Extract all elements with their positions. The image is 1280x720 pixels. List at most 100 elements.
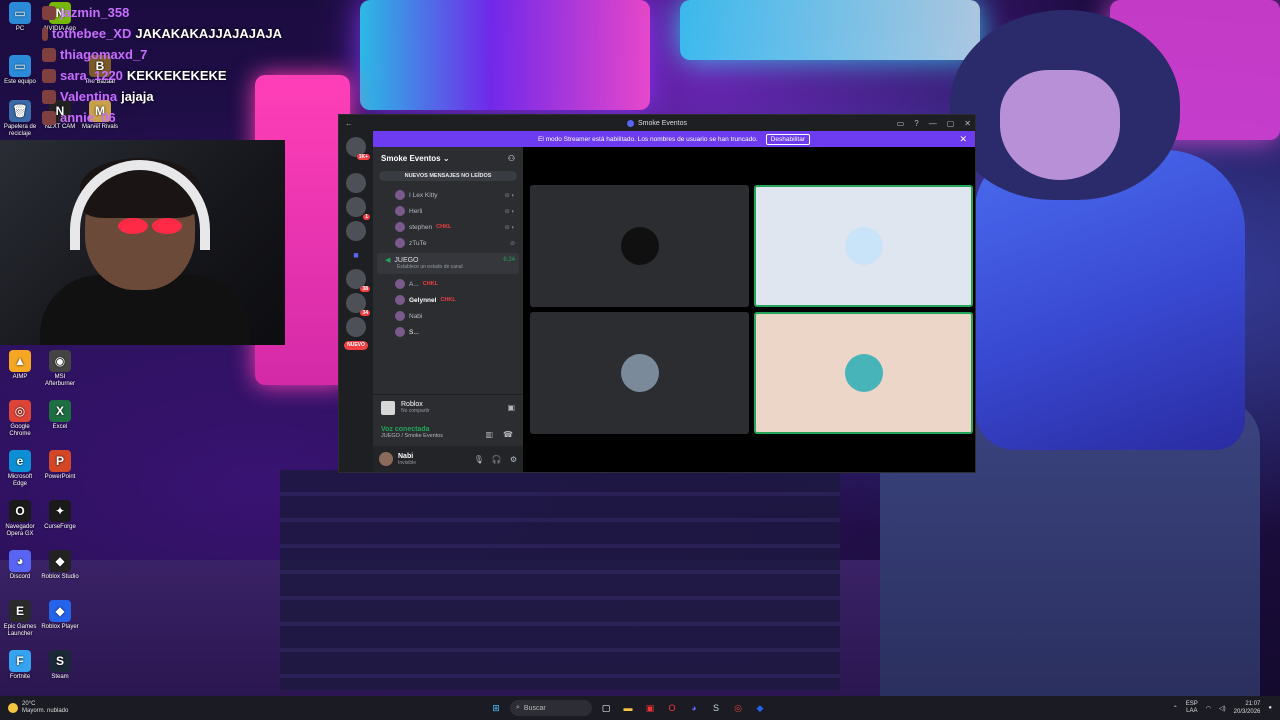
guild-icon[interactable] xyxy=(346,221,366,241)
desktop-icon-label: Este equipo xyxy=(4,79,36,85)
desktop-icon[interactable]: e Microsoft Edge xyxy=(0,450,40,488)
desktop-icon[interactable]: ◆ Roblox Studio xyxy=(40,550,80,581)
member-name: stephen xyxy=(409,223,433,231)
steam-icon[interactable]: S xyxy=(708,700,724,716)
desktop-icon-label: Fortnite xyxy=(9,674,31,680)
desktop-icon-label: PowerPoint xyxy=(44,474,76,480)
chat-line: annie_06 xyxy=(42,107,282,128)
guild-discord-home[interactable]: 1K+ xyxy=(346,137,370,160)
task-view-icon[interactable]: ▢ xyxy=(598,700,614,716)
channel-status[interactable]: Establece un estado de canal xyxy=(385,264,515,270)
activity-panel[interactable]: Roblox No compartir ▣ xyxy=(373,394,523,420)
member-name: Gelynnel xyxy=(409,296,437,304)
member-tag: CHKL xyxy=(436,224,452,230)
guild-icon[interactable]: 38 xyxy=(346,269,370,292)
participant-tile[interactable] xyxy=(754,312,973,434)
app-icon: P xyxy=(49,450,71,472)
desktop-icon[interactable]: ▭ PC xyxy=(0,2,40,33)
app-icon: ▲ xyxy=(9,350,31,372)
desktop-icon-label: PC xyxy=(15,26,25,32)
guild-icon[interactable]: 1 xyxy=(346,197,370,220)
app-icon: E xyxy=(9,600,31,622)
disable-streamer-button[interactable]: Deshabilitar xyxy=(765,133,810,145)
guild-icon[interactable] xyxy=(346,317,366,337)
avatar xyxy=(395,295,405,305)
voice-member[interactable]: Nabi xyxy=(373,308,523,324)
microphone-icon[interactable]: 🎙 xyxy=(474,455,484,464)
taskbar-search[interactable]: ⌕ Buscar xyxy=(510,700,592,716)
window-titlebar[interactable]: ← Smoke Eventos ▭ ? — ▢ ✕ xyxy=(339,115,975,131)
desktop-icon[interactable]: ◎ Google Chrome xyxy=(0,400,40,438)
lang-code: ESP xyxy=(1185,701,1198,707)
participant-tile[interactable] xyxy=(754,185,973,307)
avatar[interactable] xyxy=(379,452,393,466)
desktop-icon[interactable]: E Epic Games Launcher xyxy=(0,600,40,638)
desktop-icon[interactable]: P PowerPoint xyxy=(40,450,80,481)
desktop-icon-label: Microsoft Edge xyxy=(7,474,33,487)
settings-gear-icon[interactable]: ⚙ xyxy=(510,455,517,464)
server-header[interactable]: Smoke Eventos ⌄ ⚇ xyxy=(373,147,523,169)
chrome-icon[interactable]: ◎ xyxy=(730,700,746,716)
guild-icon[interactable]: 34 xyxy=(346,293,370,316)
add-member-icon[interactable]: ⚇ xyxy=(508,154,515,163)
headphones-icon[interactable]: 🎧 xyxy=(492,455,502,464)
opera-gx-icon[interactable]: O xyxy=(664,700,680,716)
new-guild-badge[interactable]: NUEVO xyxy=(344,341,368,350)
weather-widget[interactable]: 20°C Mayorm. nublado xyxy=(0,701,68,715)
desktop-icon-label: Roblox Player xyxy=(41,624,79,630)
desktop-icon[interactable]: ▲ AIMP xyxy=(0,350,40,381)
voice-member[interactable]: stephen CHKL ⊘ ◐ xyxy=(373,219,523,235)
voice-member[interactable]: Gelynnel CHKL xyxy=(373,292,523,308)
desktop-icon[interactable]: ◆ Roblox Player xyxy=(40,600,80,631)
voice-connected-sub[interactable]: JUEGO / Smoke Eventos xyxy=(381,433,515,439)
guild-badge: 38 xyxy=(360,286,370,292)
signal-icon[interactable]: ▥ xyxy=(485,430,493,439)
app-icon: ◆ xyxy=(49,550,71,572)
participant-tile[interactable] xyxy=(530,312,749,434)
voice-connected-title[interactable]: Voz conectada xyxy=(381,426,515,433)
notifications-icon[interactable]: ● xyxy=(1268,705,1272,711)
voice-member[interactable]: I Lex Kitty ⊘ ◐ xyxy=(373,187,523,203)
close-button[interactable]: ✕ xyxy=(964,119,971,128)
voice-member[interactable]: S... xyxy=(373,324,523,340)
screen-share-icon[interactable]: ▣ xyxy=(507,403,515,412)
desktop-icon[interactable]: ◕ Discord xyxy=(0,550,40,581)
wifi-icon[interactable]: ◠ xyxy=(1206,705,1211,712)
voice-channel-juego[interactable]: ◀ JUEGO 6:24 Establece un estado de cana… xyxy=(377,253,519,274)
windows-start-icon[interactable]: ⊞ xyxy=(488,700,504,716)
desktop-icon[interactable]: ◉ MSI Afterburner xyxy=(40,350,80,388)
clock[interactable]: 21:07 20/3/2026 xyxy=(1234,700,1261,716)
file-explorer-icon[interactable]: ▬ xyxy=(620,700,636,716)
maximize-button[interactable]: ▢ xyxy=(947,119,955,128)
guild-icon[interactable] xyxy=(346,173,366,193)
voice-member[interactable]: zTuTe ⊘ xyxy=(373,235,523,251)
desktop-icon[interactable]: X Excel xyxy=(40,400,80,431)
lang-indicator[interactable]: ESP LAA xyxy=(1186,701,1198,715)
back-arrow-icon[interactable]: ← xyxy=(345,119,353,128)
chevron-up-icon[interactable]: ⌃ xyxy=(1173,705,1178,712)
close-banner-icon[interactable]: ✕ xyxy=(959,134,967,145)
desktop-icon[interactable]: S Steam xyxy=(40,650,80,681)
participant-tile[interactable] xyxy=(530,185,749,307)
inbox-icon[interactable]: ▭ xyxy=(897,119,905,128)
app-icon: X xyxy=(49,400,71,422)
desktop-icon[interactable]: 🗑 Papelera de reciclaje xyxy=(0,100,40,138)
voice-member[interactable]: Herli ⊘ ◐ xyxy=(373,203,523,219)
desktop-icon[interactable]: F Fortnite xyxy=(0,650,40,681)
new-messages-pill[interactable]: NUEVOS MENSAJES NO LEÍDOS xyxy=(379,171,517,181)
desktop-icon-label: Excel xyxy=(52,424,68,430)
desktop-icon[interactable]: O Navegador Opera GX xyxy=(0,500,40,538)
desktop-icon[interactable]: ✦ CurseForge xyxy=(40,500,80,531)
help-icon[interactable]: ? xyxy=(914,119,918,128)
roblox-icon[interactable]: ◆ xyxy=(752,700,768,716)
voice-member[interactable]: A... CHKL xyxy=(373,276,523,292)
disconnect-icon[interactable]: ☎ xyxy=(503,430,513,439)
app-icon[interactable]: ▣ xyxy=(642,700,658,716)
minimize-button[interactable]: — xyxy=(929,119,937,128)
discord-icon[interactable]: ◕ xyxy=(686,700,702,716)
volume-icon[interactable]: ◁) xyxy=(1219,705,1226,712)
chat-avatar xyxy=(42,68,56,83)
folder-icon[interactable]: ■ xyxy=(346,245,366,265)
desktop-icon[interactable]: ▭ Este equipo xyxy=(0,55,40,86)
discord-window[interactable]: ← Smoke Eventos ▭ ? — ▢ ✕ 1K+ 1 ■ 38 34 … xyxy=(338,114,976,473)
